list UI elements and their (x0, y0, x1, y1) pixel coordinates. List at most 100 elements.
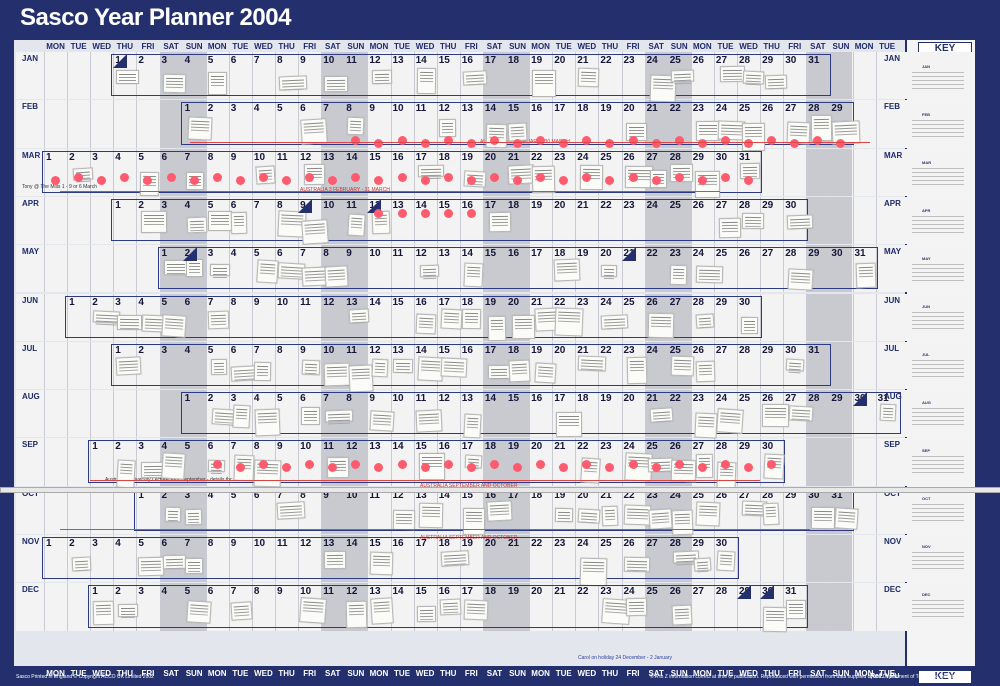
day-header: WED (415, 669, 435, 678)
grid-line (852, 341, 854, 390)
grid-line (44, 293, 45, 341)
day-number: 27 (669, 296, 681, 308)
sticky-note (211, 359, 228, 376)
day-number: 2 (69, 538, 75, 549)
grid-line (67, 438, 69, 486)
grid-line (875, 341, 877, 390)
sticky-note (626, 356, 647, 385)
red-dot (51, 175, 60, 185)
day-number: 14 (484, 393, 497, 405)
day-number: 10 (323, 344, 335, 356)
sticky-note (346, 116, 365, 136)
day-number: 7 (253, 55, 260, 66)
day-number: 5 (277, 103, 283, 115)
mini-calendar-name: AUG (922, 400, 931, 405)
holiday-flag (298, 198, 313, 213)
sticky-note (230, 211, 248, 234)
day-number: 22 (646, 248, 658, 260)
day-number: 17 (461, 441, 473, 453)
mini-calendar-name: OCT (922, 496, 931, 501)
day-number: 15 (484, 248, 497, 260)
day-number: 27 (785, 393, 797, 405)
day-number: 27 (715, 199, 728, 211)
day-number: 16 (531, 103, 543, 115)
grid-line (44, 245, 45, 293)
day-number: 16 (392, 151, 404, 163)
sticky-note (742, 70, 765, 85)
weekend-column (806, 535, 830, 583)
day-number: 5 (207, 344, 214, 356)
day-number: 17 (554, 103, 566, 115)
day-number: 21 (531, 296, 543, 308)
weekend-column (829, 583, 853, 631)
day-number: 23 (600, 441, 612, 453)
day-header: WED (577, 42, 597, 51)
day-header: FRI (464, 42, 478, 51)
day-number: 31 (808, 55, 820, 66)
month-label: DEC (22, 585, 39, 595)
day-number: 5 (138, 538, 144, 549)
footer-copyright: Sasco Printed in England © Copyright ACC… (16, 674, 154, 680)
day-number: 4 (184, 199, 191, 211)
month-label: JUN (22, 295, 39, 305)
weekend-column (159, 390, 183, 438)
day-number: 23 (669, 248, 681, 260)
sticky-note (669, 264, 688, 285)
mini-calendar: AUG (908, 400, 968, 430)
grid-line (875, 196, 877, 245)
mini-calendar: JAN (908, 64, 968, 94)
sticky-note (348, 364, 374, 394)
sticky-note (463, 599, 489, 621)
day-number: 11 (415, 103, 427, 115)
sticky-note (324, 409, 353, 423)
day-number: 7 (323, 393, 329, 405)
day-number: 18 (484, 586, 497, 598)
day-number: 25 (646, 441, 658, 453)
day-number: 12 (300, 538, 312, 549)
day-number: 29 (831, 393, 843, 405)
day-number: 3 (138, 586, 144, 598)
mini-calendar: JUL (908, 352, 968, 382)
day-number: 25 (715, 248, 728, 260)
mini-calendar-lines (912, 168, 964, 188)
month-label: JUL (884, 343, 900, 353)
day-number: 6 (230, 199, 237, 211)
day-number: 21 (577, 55, 589, 66)
sticky-note (553, 258, 582, 283)
day-header: SUN (832, 42, 850, 51)
day-number: 22 (600, 199, 612, 211)
grid-line (159, 390, 161, 438)
sticky-note (301, 219, 330, 245)
red-dot (651, 463, 661, 473)
day-number: 26 (692, 344, 704, 356)
month-label: APR (884, 198, 901, 208)
mini-calendar-name: MAR (922, 160, 932, 165)
day-number: 3 (230, 393, 237, 405)
day-number: 4 (115, 151, 121, 163)
day-number: 17 (554, 393, 566, 405)
day-number: 23 (600, 586, 612, 598)
holiday-flag (852, 392, 867, 407)
day-number: 5 (277, 393, 283, 405)
day-number: 14 (484, 103, 497, 115)
weekend-column (829, 341, 853, 390)
day-number: 2 (138, 55, 144, 66)
day-number: 8 (230, 296, 237, 308)
weekend-column (806, 293, 830, 341)
day-header: MON (369, 669, 389, 678)
red-dot (559, 175, 569, 185)
day-number: 20 (623, 393, 635, 405)
sticky-note (254, 408, 281, 437)
sticky-note (186, 600, 213, 624)
grid-line (829, 535, 831, 583)
day-number: 10 (392, 103, 404, 115)
day-header: MON (46, 42, 65, 51)
day-number: 17 (461, 586, 473, 598)
day-number: 28 (739, 199, 751, 211)
day-number: 9 (230, 538, 237, 549)
day-header: WED (254, 42, 273, 51)
day-number: 17 (415, 538, 427, 549)
sticky-note (765, 74, 788, 90)
day-number: 26 (739, 248, 751, 260)
day-number: 18 (577, 103, 589, 115)
